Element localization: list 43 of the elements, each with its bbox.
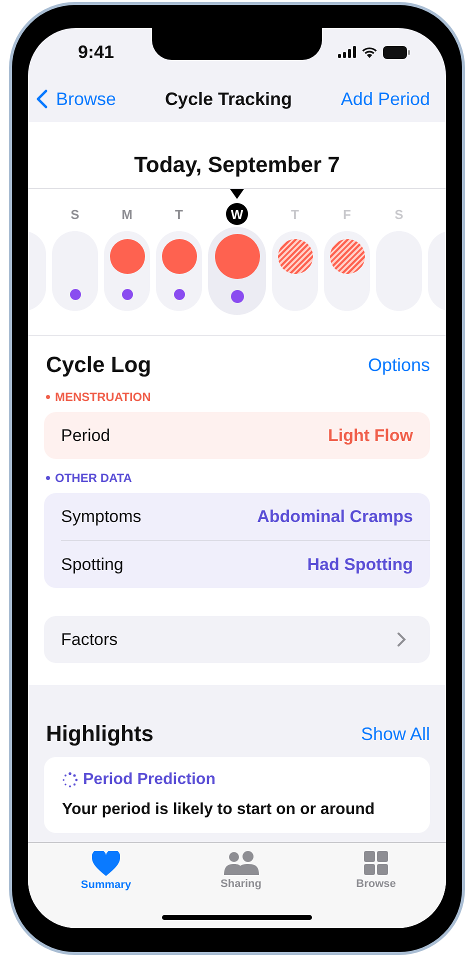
wifi-icon xyxy=(361,46,378,58)
row-label: Symptoms xyxy=(61,506,142,526)
date-title: Today, September 7 xyxy=(28,122,446,189)
back-chevron-icon xyxy=(36,89,48,109)
day-letter: M xyxy=(122,206,132,222)
spinner-icon xyxy=(62,772,78,788)
section-title: Cycle Log xyxy=(46,352,152,378)
factors-row[interactable]: Factors xyxy=(44,616,430,663)
show-all-link[interactable]: Show All xyxy=(360,724,430,744)
screen-title: Cycle Tracking xyxy=(164,88,292,110)
group-label: MENSTRUATION xyxy=(55,390,151,404)
status-time: 9:41 xyxy=(78,42,114,62)
day-pill[interactable] xyxy=(52,231,98,311)
row-value[interactable]: Abdominal Cramps xyxy=(257,506,413,526)
tab[interactable]: Browse xyxy=(336,851,416,895)
battery-icon xyxy=(383,46,410,58)
signal-icon xyxy=(338,46,356,58)
day-pill[interactable] xyxy=(324,231,370,311)
row-value[interactable]: Light Flow xyxy=(328,426,413,446)
day-letter: W xyxy=(226,203,248,225)
today-marker-icon xyxy=(230,189,244,199)
people-icon xyxy=(224,851,258,875)
back-link[interactable]: Browse xyxy=(36,88,116,110)
card-text: Your period is likely to start on or around xyxy=(62,801,376,819)
row-label: Period xyxy=(61,426,110,446)
day-letter: T xyxy=(175,206,183,222)
chevron-right-icon xyxy=(397,632,406,647)
grid-icon xyxy=(364,851,388,875)
day-pill[interactable] xyxy=(272,231,318,311)
row-label: Spotting xyxy=(61,554,124,574)
day-letter: S xyxy=(70,206,80,222)
day-pill[interactable] xyxy=(156,231,202,311)
group-label: OTHER DATA xyxy=(55,471,132,485)
add-period-link[interactable]: Add Period xyxy=(340,88,430,110)
section-title: Highlights xyxy=(46,721,154,747)
day-pill[interactable] xyxy=(104,231,150,311)
card-title: Period Prediction xyxy=(83,771,216,789)
highlight-card[interactable]: Period Prediction Your period is likely to start on or around xyxy=(44,757,430,833)
tab[interactable]: Summary xyxy=(66,851,146,895)
tab[interactable]: Sharing xyxy=(201,851,281,895)
options-link[interactable]: Options xyxy=(368,354,430,376)
heart-icon xyxy=(92,851,120,876)
row-value[interactable]: Had Spotting xyxy=(307,554,413,574)
